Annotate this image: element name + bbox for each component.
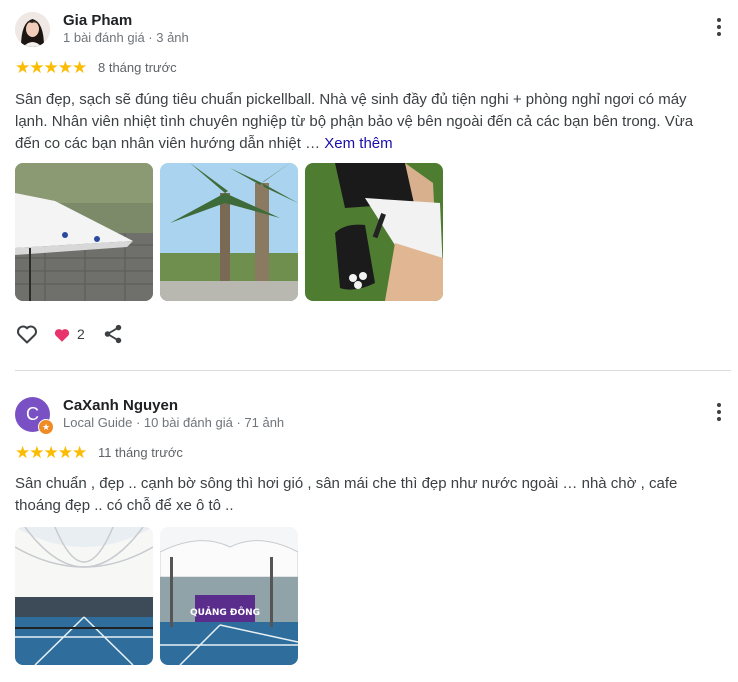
star-icon: ★	[43, 58, 59, 77]
review-time: 11 tháng trước	[98, 445, 183, 460]
heart-outline-icon[interactable]	[15, 322, 39, 351]
avatar-letter: C	[26, 404, 39, 424]
see-more-link[interactable]: Xem thêm	[324, 135, 392, 152]
more-vert-icon[interactable]	[714, 403, 724, 425]
star-icon: ★	[43, 443, 59, 462]
star-icon: ★	[72, 58, 88, 77]
more-vert-icon[interactable]	[714, 18, 724, 40]
author-meta: 1 bài đánh giá · 3 ảnh	[63, 30, 189, 45]
review-text: Sân đẹp, sạch sẽ đúng tiêu chuẩn pickell…	[15, 89, 715, 155]
author-meta: Local Guide · 10 bài đánh giá · 71 ảnh	[63, 415, 285, 430]
review-text: Sân chuẩn , đẹp .. cạnh bờ sông thì hơi …	[15, 475, 678, 514]
star-icon: ★	[57, 58, 73, 77]
review-photo[interactable]: QUẢNG ĐÔNG	[160, 527, 298, 665]
share-icon[interactable]	[102, 323, 124, 350]
banner-text: QUẢNG ĐÔNG	[190, 606, 260, 618]
star-icon: ★	[15, 443, 31, 462]
review-photo[interactable]	[160, 163, 298, 301]
star-icon: ★	[15, 58, 31, 77]
author-avatar[interactable]: C ★	[15, 397, 54, 435]
star-icon: ★	[57, 443, 73, 462]
star-icon: ★	[29, 443, 45, 462]
reaction-count: 2	[77, 326, 85, 342]
star-icon: ★	[72, 443, 88, 462]
star-icon: ★	[29, 58, 45, 77]
author-avatar[interactable]	[15, 12, 50, 47]
review-divider	[15, 370, 731, 371]
review-actions: 2	[15, 322, 215, 346]
author-name[interactable]: Gia Pham	[63, 12, 132, 29]
star-rating: ★★★★★	[15, 443, 88, 462]
review-photo[interactable]	[15, 163, 153, 301]
review-photo[interactable]	[305, 163, 443, 301]
local-guide-badge-icon: ★	[38, 419, 54, 435]
star-rating: ★★★★★	[15, 58, 88, 77]
author-name[interactable]: CaXanh Nguyen	[63, 397, 178, 414]
review-photo[interactable]	[15, 527, 153, 665]
heart-filled-icon	[53, 326, 71, 349]
review-time: 8 tháng trước	[98, 60, 177, 75]
